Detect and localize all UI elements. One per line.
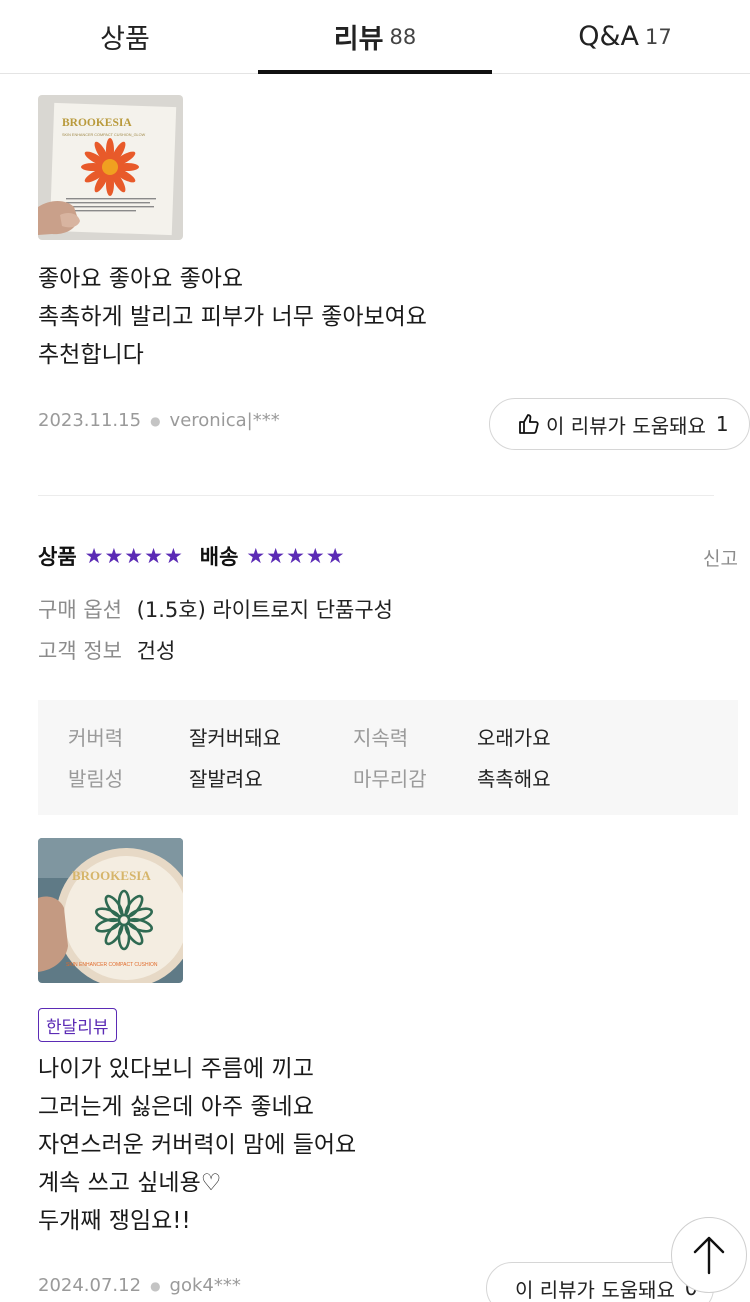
review-divider xyxy=(38,495,714,496)
tab-reviews-label: 리뷰 xyxy=(333,24,384,55)
thumbs-up-icon xyxy=(519,414,539,434)
helpful-label: 이 리뷰가 도움돼요 xyxy=(546,413,706,438)
star-icon: ★ xyxy=(266,543,286,568)
delivery-rating-stars: ★ ★ ★ ★ ★ xyxy=(246,543,345,568)
review-date: 2023.11.15 xyxy=(38,410,142,431)
attribute-key: 지속력 xyxy=(353,726,409,750)
attribute-box: 커버력 잘커버돼요 지속력 오래가요 발림성 잘발려요 마무리감 촉촉해요 xyxy=(38,700,738,815)
product-rating-stars: ★ ★ ★ ★ ★ xyxy=(84,543,184,568)
review-body: 나이가 있다보니 주름에 끼고 그러는게 싫은데 아주 좋네요 자연스러운 커버… xyxy=(38,1050,356,1240)
helpful-label: 이 리뷰가 도움돼요 xyxy=(515,1277,675,1302)
meta-separator: ● xyxy=(150,413,161,428)
tab-qna-count: 17 xyxy=(645,24,672,49)
review-line: 추천합니다 xyxy=(38,342,144,368)
attribute-key: 마무리감 xyxy=(353,767,427,791)
delivery-rating-label: 배송 xyxy=(199,545,239,569)
package-subtitle-text: SKIN ENHANCER COMPACT CUSHION xyxy=(66,962,158,968)
review-date: 2024.07.12 xyxy=(38,1275,142,1296)
purchase-option-value: (1.5호) 라이트로지 단품구성 xyxy=(136,598,393,622)
review-line: 계속 쓰고 싶네용♡ xyxy=(38,1170,222,1196)
package-subtitle-text: SKIN ENHANCER COMPACT CUSHION_GLOW xyxy=(62,133,146,137)
review-line: 나이가 있다보니 주름에 끼고 xyxy=(38,1056,314,1082)
star-icon: ★ xyxy=(286,543,305,568)
review-author: veronica|*** xyxy=(169,410,280,431)
review-meta: 2023.11.15 ● veronica|*** xyxy=(38,410,280,431)
attribute-value: 잘발려요 xyxy=(189,767,263,791)
rating-row: 상품 ★ ★ ★ ★ ★ 배송 ★ ★ ★ ★ ★ xyxy=(38,541,362,571)
star-icon: ★ xyxy=(163,543,183,568)
customer-info-value: 건성 xyxy=(136,639,176,663)
attribute-value: 촉촉해요 xyxy=(477,767,551,791)
star-icon: ★ xyxy=(246,543,266,568)
review-author: gok4*** xyxy=(169,1275,241,1296)
report-link[interactable]: 신고 xyxy=(703,544,738,571)
purchase-option-key: 구매 옵션 xyxy=(38,598,122,622)
tab-qna[interactable]: Q&A 17 xyxy=(500,0,750,73)
attribute-key: 커버력 xyxy=(68,726,124,750)
review-photo[interactable]: BROOKESIA SKIN ENHANCER COMPACT CUSHION_… xyxy=(38,95,183,240)
review-photo[interactable]: BROOKESIA SKIN ENHANCER COMPACT CUSHION xyxy=(38,838,183,983)
scroll-to-top-button[interactable] xyxy=(671,1217,747,1293)
tab-product-label: 상품 xyxy=(100,24,150,55)
monthly-review-badge: 한달리뷰 xyxy=(38,1008,117,1042)
review-line: 좋아요 좋아요 좋아요 xyxy=(38,266,244,292)
tab-reviews[interactable]: 리뷰 88 xyxy=(250,0,500,74)
purchase-option-row: 구매 옵션 (1.5호) 라이트로지 단품구성 xyxy=(38,594,393,624)
package-brand-text: BROOKESIA xyxy=(62,117,132,129)
review-line: 그러는게 싫은데 아주 좋네요 xyxy=(38,1094,314,1120)
tab-product[interactable]: 상품 xyxy=(0,0,250,73)
attribute-value: 오래가요 xyxy=(477,726,551,750)
star-icon: ★ xyxy=(84,543,104,568)
star-icon: ★ xyxy=(305,543,325,568)
product-rating-label: 상품 xyxy=(38,545,77,569)
customer-info-key: 고객 정보 xyxy=(38,639,122,663)
helpful-count: 1 xyxy=(715,412,729,436)
star-icon: ★ xyxy=(104,543,124,568)
attribute-value: 잘커버돼요 xyxy=(189,726,281,750)
meta-separator: ● xyxy=(150,1278,161,1293)
attribute-key: 발림성 xyxy=(68,767,124,791)
arrow-up-icon xyxy=(693,1236,725,1275)
tab-reviews-count: 88 xyxy=(389,24,417,49)
star-icon: ★ xyxy=(325,543,345,568)
review-line: 자연스러운 커버력이 맘에 들어요 xyxy=(38,1132,357,1158)
tab-bar: 상품 리뷰 88 Q&A 17 xyxy=(0,0,750,74)
star-icon: ★ xyxy=(124,543,144,568)
review-meta: 2024.07.12 ● gok4*** xyxy=(38,1275,241,1296)
review-line: 두개째 쟁임요!! xyxy=(38,1208,191,1234)
star-icon: ★ xyxy=(144,543,163,568)
review-line: 촉촉하게 발리고 피부가 너무 좋아보여요 xyxy=(38,304,427,330)
helpful-button[interactable]: 이 리뷰가 도움돼요 1 xyxy=(489,398,750,450)
customer-info-row: 고객 정보 건성 xyxy=(38,635,175,665)
review-body: 좋아요 좋아요 좋아요 촉촉하게 발리고 피부가 너무 좋아보여요 추천합니다 xyxy=(38,260,427,374)
package-brand-text: BROOKESIA xyxy=(72,868,151,883)
tab-qna-label: Q&A xyxy=(578,21,640,52)
